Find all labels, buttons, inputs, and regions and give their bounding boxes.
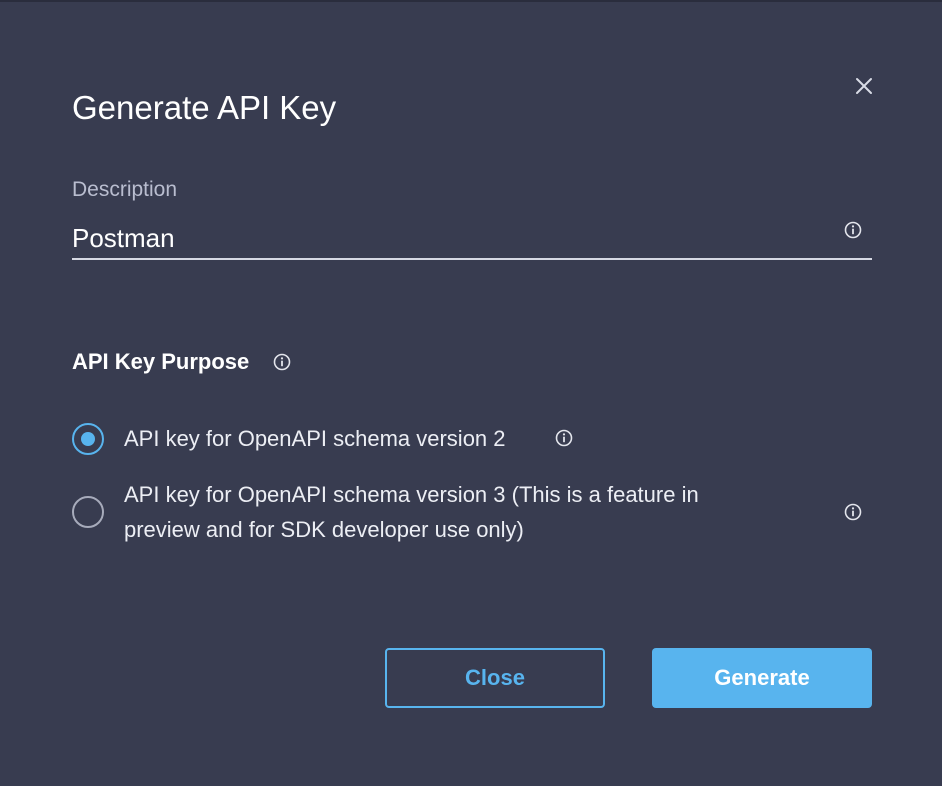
option-label-openapi-v3-line2: preview and for SDK developer use only) [124, 517, 524, 542]
option-v3-info-icon[interactable] [844, 503, 862, 521]
description-input[interactable] [72, 220, 832, 256]
generate-api-key-dialog: Generate API Key Description API Key Pur… [0, 0, 942, 786]
purpose-option-openapi-v2[interactable]: API key for OpenAPI schema version 2 [72, 420, 872, 458]
description-label: Description [72, 178, 178, 201]
option-v2-info-icon[interactable] [555, 429, 573, 447]
close-dialog-button[interactable] [850, 72, 878, 100]
close-icon [856, 78, 872, 94]
description-field [72, 216, 872, 260]
close-button[interactable]: Close [385, 648, 605, 708]
option-label-openapi-v2: API key for OpenAPI schema version 2 [124, 426, 506, 451]
generate-button[interactable]: Generate [652, 648, 872, 708]
dialog-title: Generate API Key [72, 89, 337, 126]
option-label-openapi-v3-line1: API key for OpenAPI schema version 3 (Th… [124, 482, 699, 507]
purpose-option-openapi-v3[interactable]: API key for OpenAPI schema version 3 (Th… [72, 476, 872, 548]
radio-openapi-v2[interactable] [72, 423, 104, 455]
info-icon[interactable] [844, 221, 862, 239]
generate-button-label: Generate [714, 665, 810, 690]
close-button-label: Close [465, 665, 525, 690]
radio-openapi-v3[interactable] [72, 496, 104, 528]
purpose-info-icon[interactable] [273, 353, 291, 371]
api-key-purpose-label: API Key Purpose [72, 349, 250, 374]
